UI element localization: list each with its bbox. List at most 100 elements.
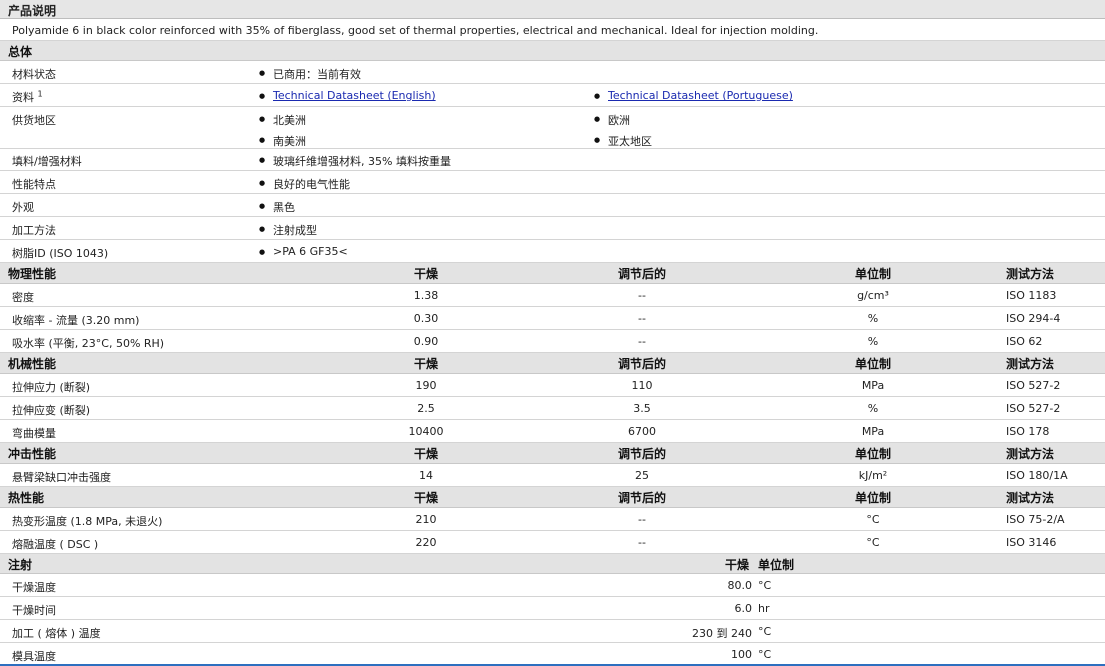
thermal-col-dry: 干燥 [413, 491, 439, 505]
docs-label: 资料 1 [12, 89, 43, 104]
status-label: 材料状态 [12, 68, 56, 81]
injection-param-name: 模具温度 [12, 650, 56, 663]
region-item: 南美洲 [259, 133, 306, 149]
property-name: 熔融温度 ( DSC ) [12, 538, 99, 551]
conditioned-value: -- [638, 513, 646, 526]
doc-link-portuguese[interactable]: Technical Datasheet (Portuguese) [594, 89, 793, 102]
table-row: 模具温度 100 °C [0, 643, 1105, 666]
filler-value: 玻璃纤维增强材料, 35% 填料按重量 [259, 153, 451, 169]
thermal-col-method: 测试方法 [1006, 491, 1055, 505]
property-name: 热变形温度 (1.8 MPa, 未退火) [12, 515, 163, 528]
physical-col-cond: 调节后的 [617, 267, 667, 281]
appearance-value: 黑色 [259, 199, 295, 215]
dry-value: 10400 [408, 425, 444, 438]
test-method: ISO 527-2 [1006, 379, 1061, 392]
test-method: ISO 527-2 [1006, 402, 1061, 415]
physical-col-method: 测试方法 [1006, 267, 1055, 281]
property-name: 拉伸应变 (断裂) [12, 404, 91, 417]
conditioned-value: 3.5 [633, 402, 651, 415]
description-text: Polyamide 6 in black color reinforced wi… [12, 24, 819, 37]
unit-value: °C [866, 513, 880, 526]
datasheet: 产品说明 Polyamide 6 in black color reinforc… [0, 0, 1105, 666]
processing-row: 加工方法 注射成型 [0, 217, 1105, 240]
injection-param-unit: °C [758, 579, 772, 592]
unit-value: % [867, 312, 879, 325]
dry-value: 2.5 [417, 402, 435, 415]
filler-label: 填料/增强材料 [12, 155, 82, 168]
table-row: 悬臂梁缺口冲击强度 14 25 kJ/m² ISO 180/1A [0, 464, 1105, 487]
features-row: 性能特点 良好的电气性能 [0, 171, 1105, 194]
processing-value: 注射成型 [259, 222, 317, 238]
test-method: ISO 62 [1006, 335, 1043, 348]
injection-param-value: 100 [731, 648, 752, 661]
unit-value: kJ/m² [858, 469, 888, 482]
general-title: 总体 [8, 45, 33, 59]
docs-row: 资料 1 Technical Datasheet (English) Techn… [0, 84, 1105, 107]
thermal-col-unit: 单位制 [854, 491, 892, 505]
test-method: ISO 75-2/A [1006, 513, 1065, 526]
unit-value: % [867, 335, 879, 348]
impact-col-unit: 单位制 [854, 447, 892, 461]
description-title: 产品说明 [8, 4, 57, 18]
physical-header: 物理性能 干燥 调节后的 单位制 测试方法 [0, 263, 1105, 284]
mechanical-col-dry: 干燥 [413, 357, 439, 371]
table-row: 密度 1.38 -- g/cm³ ISO 1183 [0, 284, 1105, 307]
appearance-row: 外观 黑色 [0, 194, 1105, 217]
region-item: 欧洲 [594, 112, 630, 128]
conditioned-value: -- [638, 289, 646, 302]
injection-param-name: 干燥温度 [12, 581, 56, 594]
conditioned-value: 110 [631, 379, 653, 392]
mechanical-header: 机械性能 干燥 调节后的 单位制 测试方法 [0, 353, 1105, 374]
table-row: 热变形温度 (1.8 MPa, 未退火) 210 -- °C ISO 75-2/A [0, 508, 1105, 531]
test-method: ISO 294-4 [1006, 312, 1061, 325]
property-name: 密度 [12, 291, 34, 304]
table-row: 熔融温度 ( DSC ) 220 -- °C ISO 3146 [0, 531, 1105, 554]
dry-value: 14 [419, 469, 433, 482]
resin-row: 树脂ID (ISO 1043) >PA 6 GF35< [0, 240, 1105, 263]
physical-col-unit: 单位制 [854, 267, 892, 281]
doc-link-english[interactable]: Technical Datasheet (English) [259, 89, 436, 102]
mechanical-col-method: 测试方法 [1006, 357, 1055, 371]
table-row: 收缩率 - 流量 (3.20 mm) 0.30 --% ISO 294-4 [0, 307, 1105, 330]
thermal-title: 热性能 [8, 491, 45, 505]
table-row: 拉伸应变 (断裂) 2.5 3.5% ISO 527-2 [0, 397, 1105, 420]
region-item: 亚太地区 [594, 133, 652, 149]
property-sections: 物理性能 干燥 调节后的 单位制 测试方法 密度 1.38 -- g/cm³ ISO 1183 收缩… [0, 263, 1105, 554]
injection-rows: 干燥温度 80.0 °C 干燥时间 6.0 hr 加工 ( 熔体 ) 温度 230 到 240… [0, 574, 1105, 666]
mechanical-title: 机械性能 [8, 357, 57, 371]
injection-param-unit: °C [758, 625, 772, 638]
injection-param-name: 干燥时间 [12, 604, 56, 617]
impact-col-method: 测试方法 [1006, 447, 1055, 461]
conditioned-value: -- [638, 312, 646, 325]
thermal-col-cond: 调节后的 [617, 491, 667, 505]
description-header: 产品说明 [0, 0, 1105, 19]
status-row: 材料状态 已商用：当前有效 [0, 61, 1105, 84]
property-name: 悬臂梁缺口冲击强度 [12, 471, 111, 484]
regions-label: 供货地区 [12, 114, 56, 127]
features-value: 良好的电气性能 [259, 176, 350, 192]
conditioned-value: 25 [635, 469, 649, 482]
table-row: 吸水率 (平衡, 23°C, 50% RH) 0.90 --% ISO 62 [0, 330, 1105, 353]
dry-value: 190 [415, 379, 437, 392]
conditioned-value: -- [638, 536, 646, 549]
resin-value: >PA 6 GF35< [259, 245, 348, 258]
injection-param-value: 80.0 [727, 579, 753, 592]
unit-value: % [867, 402, 879, 415]
appearance-label: 外观 [12, 201, 34, 214]
physical-title: 物理性能 [8, 267, 57, 281]
injection-param-unit: hr [758, 602, 770, 615]
dry-value: 1.38 [413, 289, 439, 302]
impact-col-dry: 干燥 [413, 447, 439, 461]
impact-header: 冲击性能 干燥 调节后的 单位制 测试方法 [0, 443, 1105, 464]
test-method: ISO 178 [1006, 425, 1050, 438]
mechanical-col-unit: 单位制 [854, 357, 892, 371]
regions-row: 供货地区 北美洲 欧洲 南美洲 亚太地区 [0, 107, 1105, 149]
test-method: ISO 1183 [1006, 289, 1057, 302]
region-item: 北美洲 [259, 112, 306, 128]
injection-title: 注射 [8, 558, 33, 572]
test-method: ISO 3146 [1006, 536, 1057, 549]
status-value: 已商用：当前有效 [259, 66, 361, 82]
physical-col-dry: 干燥 [413, 267, 439, 281]
dry-value: 220 [415, 536, 437, 549]
table-row: 干燥时间 6.0 hr [0, 597, 1105, 620]
